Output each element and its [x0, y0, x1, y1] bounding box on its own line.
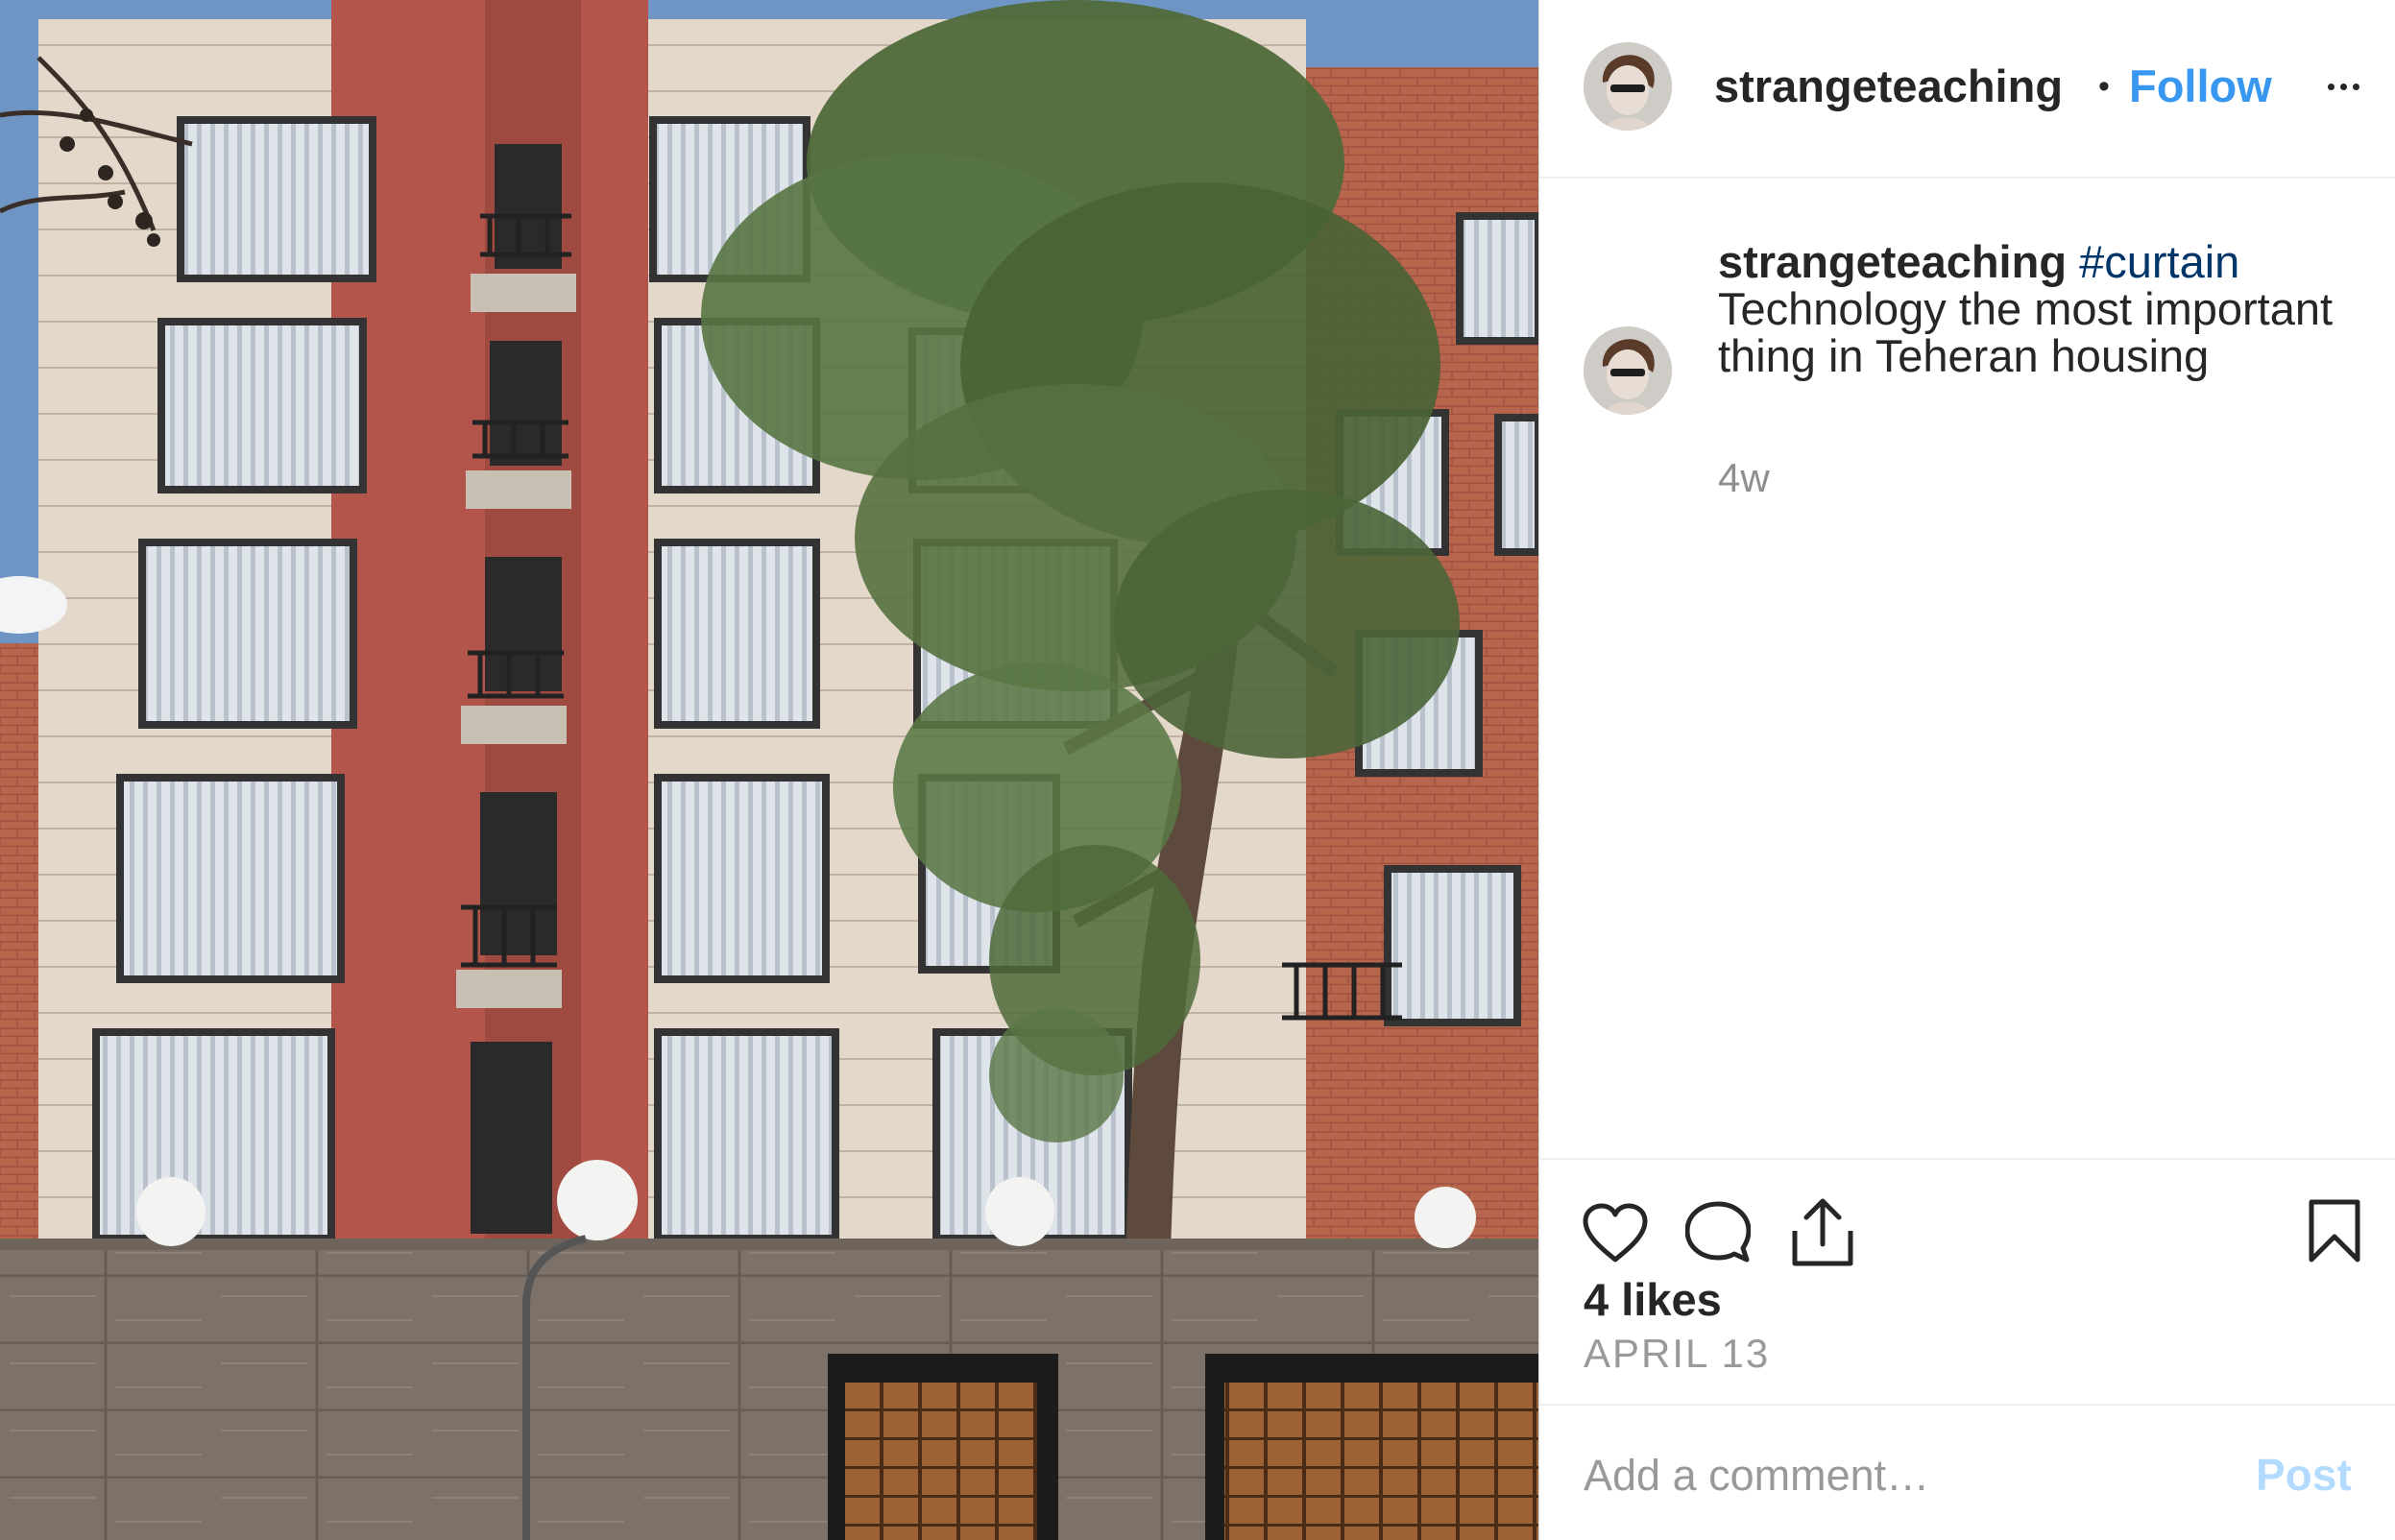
post-date: APRIL 13 [1584, 1331, 1771, 1376]
caption-username[interactable]: strangeteaching [1718, 236, 2067, 287]
profile-picture [1584, 42, 1672, 131]
likes-count[interactable]: 4 likes [1584, 1273, 1722, 1326]
instagram-post-modal: strangeteaching • Follow strangeteaching… [0, 0, 2395, 1540]
avatar[interactable] [1584, 42, 1672, 131]
post-photo[interactable] [0, 0, 1538, 1540]
share-icon[interactable] [1791, 1196, 1854, 1267]
heart-icon[interactable] [1582, 1202, 1649, 1263]
separator-dot: • [2098, 68, 2110, 105]
post-button[interactable]: Post [2256, 1446, 2352, 1504]
dot [2327, 83, 2335, 90]
caption-timestamp[interactable]: 4w [1718, 455, 1770, 501]
comment-input[interactable] [1582, 1446, 2219, 1505]
header-username[interactable]: strangeteaching [1714, 58, 2091, 115]
bookmark-icon[interactable] [2308, 1198, 2361, 1263]
hashtag-link[interactable]: #curtain [2079, 236, 2239, 287]
comment-icon[interactable] [1685, 1200, 1751, 1265]
follow-button[interactable]: Follow [2129, 58, 2272, 115]
caption-text: strangeteaching #curtain Technology the … [1718, 238, 2371, 379]
caption-body: Technology the most important thing in T… [1718, 283, 2334, 381]
avatar[interactable] [1584, 326, 1672, 415]
post-header: strangeteaching • Follow [1539, 0, 2395, 179]
post-details-panel: strangeteaching • Follow strangeteaching… [1538, 0, 2395, 1540]
dot [2352, 83, 2359, 90]
dot [2339, 83, 2347, 90]
more-horizontal-icon[interactable] [2319, 67, 2367, 106]
profile-picture [1584, 326, 1672, 415]
building-photo-illustration [0, 0, 1538, 1540]
comment-bar: Post [1539, 1404, 2395, 1540]
